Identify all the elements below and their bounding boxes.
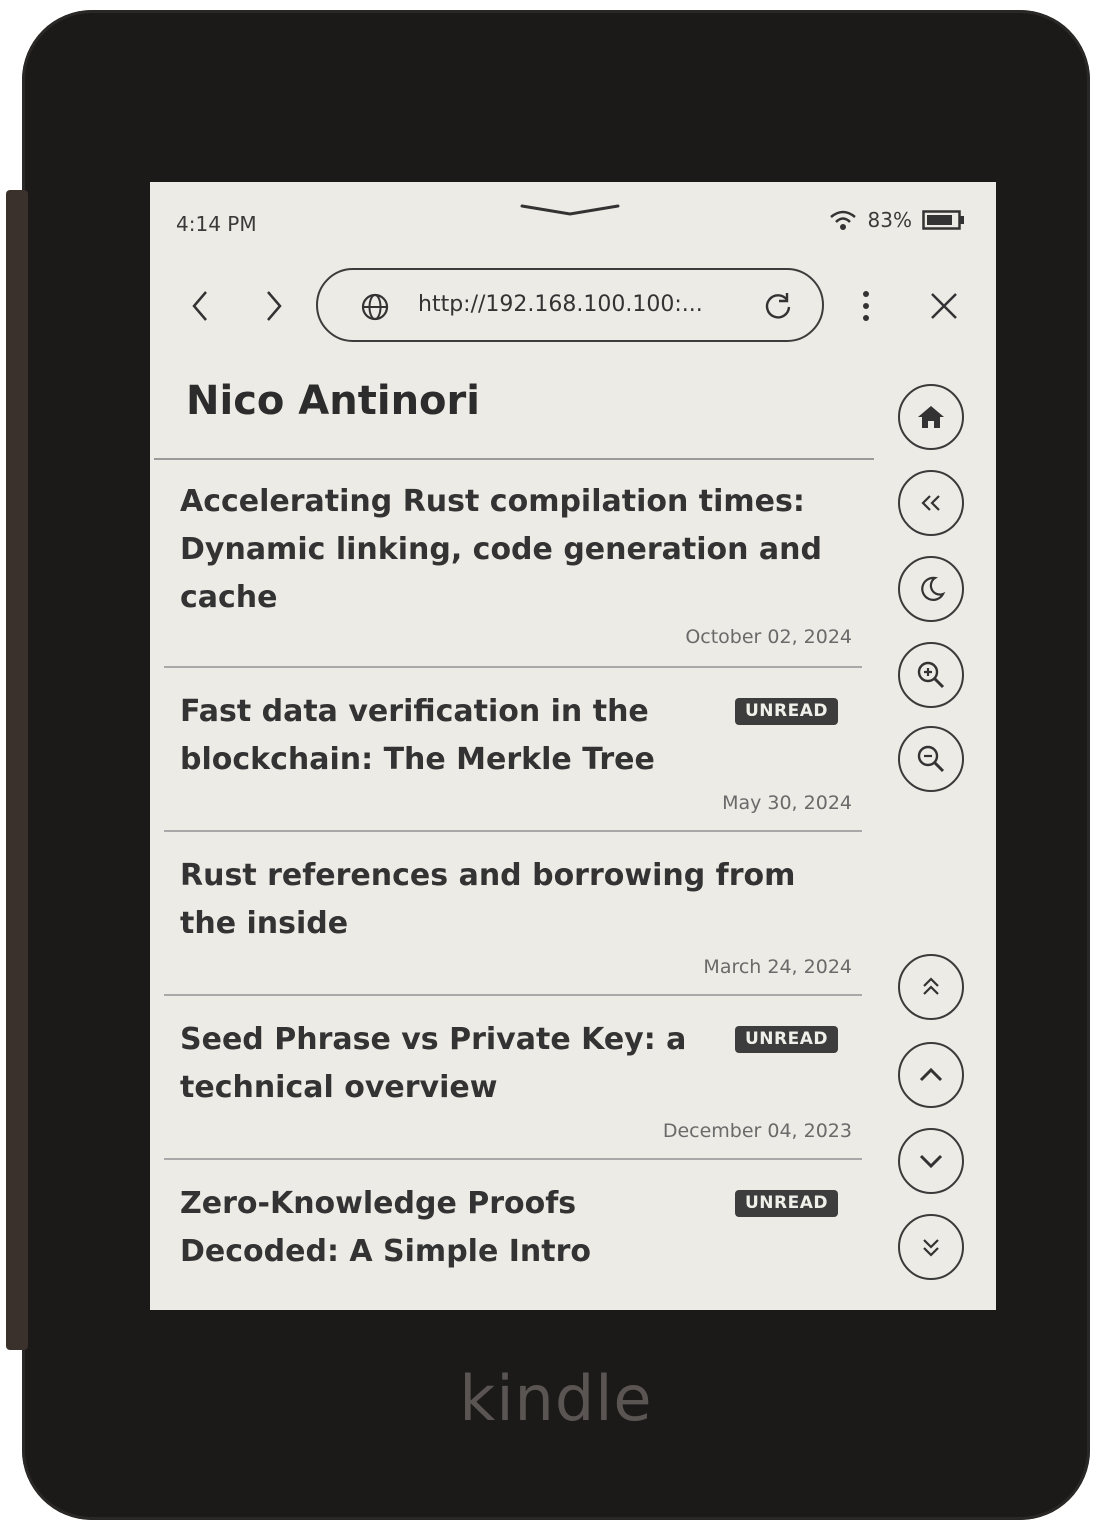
post-item[interactable]: Fast data verification in the blockchain… <box>164 688 862 832</box>
screen: 4:14 PM 83% http://192.168.100.100:... N… <box>150 182 996 1310</box>
post-title[interactable]: Seed Phrase vs Private Key: a technical … <box>180 1016 720 1112</box>
post-date: May 30, 2024 <box>722 792 852 814</box>
post-item[interactable]: Accelerating Rust compilation times: Dyn… <box>164 478 862 668</box>
moon-icon <box>921 576 946 601</box>
post-item[interactable]: Zero-Knowledge Proofs Decoded: A Simple … <box>164 1180 862 1300</box>
reload-icon[interactable] <box>762 290 794 322</box>
home-icon <box>918 406 944 428</box>
post-date: March 24, 2024 <box>703 956 852 978</box>
post-title[interactable]: Zero-Knowledge Proofs Decoded: A Simple … <box>180 1180 720 1276</box>
post-date: December 04, 2023 <box>662 1120 852 1142</box>
home-button[interactable] <box>898 384 964 450</box>
more-vertical-icon <box>863 291 869 321</box>
page-top-icon <box>923 977 939 995</box>
scroll-to-bottom-button[interactable] <box>898 1214 964 1280</box>
zoom-out-icon <box>917 745 945 773</box>
battery-icon <box>922 210 964 230</box>
post-item[interactable]: Rust references and borrowing from the i… <box>164 852 862 996</box>
back-double-icon <box>921 495 940 511</box>
title-divider <box>154 458 874 460</box>
scroll-up-button[interactable] <box>898 1042 964 1108</box>
zoom-out-button[interactable] <box>898 726 964 792</box>
chevron-left-icon <box>192 291 207 321</box>
forward-button[interactable] <box>254 286 294 326</box>
pull-down-handle-icon[interactable] <box>520 202 620 218</box>
kindle-logo: kindle <box>459 1362 653 1435</box>
post-divider <box>164 666 862 668</box>
url-bar[interactable]: http://192.168.100.100:... <box>316 268 824 342</box>
status-time: 4:14 PM <box>176 212 257 236</box>
post-title[interactable]: Fast data verification in the blockchain… <box>180 688 720 784</box>
post-divider <box>164 1158 862 1160</box>
close-icon <box>931 293 957 319</box>
cover-edge <box>6 190 28 1350</box>
scroll-up-icon <box>919 1067 943 1082</box>
dark-mode-button[interactable] <box>898 556 964 622</box>
post-title[interactable]: Rust references and borrowing from the i… <box>180 852 840 948</box>
page-title: Nico Antinori <box>186 378 480 424</box>
unread-badge: UNREAD <box>734 1190 838 1217</box>
zoom-in-icon <box>917 661 945 689</box>
status-indicators: 83% <box>828 208 966 232</box>
scroll-down-icon <box>919 1154 943 1169</box>
url-text: http://192.168.100.100:... <box>418 292 703 317</box>
post-divider <box>164 994 862 996</box>
scroll-to-top-button[interactable] <box>898 954 964 1020</box>
post-divider <box>164 830 862 832</box>
scroll-down-button[interactable] <box>898 1128 964 1194</box>
back-button[interactable] <box>180 286 220 326</box>
battery-percent: 83% <box>867 208 912 232</box>
chevron-right-icon <box>267 291 282 321</box>
browser-toolbar: http://192.168.100.100:... <box>150 266 996 346</box>
post-item[interactable]: Seed Phrase vs Private Key: a technical … <box>164 1016 862 1160</box>
post-date: October 02, 2024 <box>685 626 852 648</box>
unread-badge: UNREAD <box>734 698 838 725</box>
menu-button[interactable] <box>846 286 886 326</box>
page-bottom-icon <box>923 1239 939 1257</box>
unread-badge: UNREAD <box>734 1026 838 1053</box>
back-to-list-button[interactable] <box>898 470 964 536</box>
globe-icon <box>361 293 389 321</box>
post-title[interactable]: Accelerating Rust compilation times: Dyn… <box>180 478 840 622</box>
wifi-icon <box>829 210 856 230</box>
zoom-in-button[interactable] <box>898 642 964 708</box>
close-browser-button[interactable] <box>924 286 964 326</box>
